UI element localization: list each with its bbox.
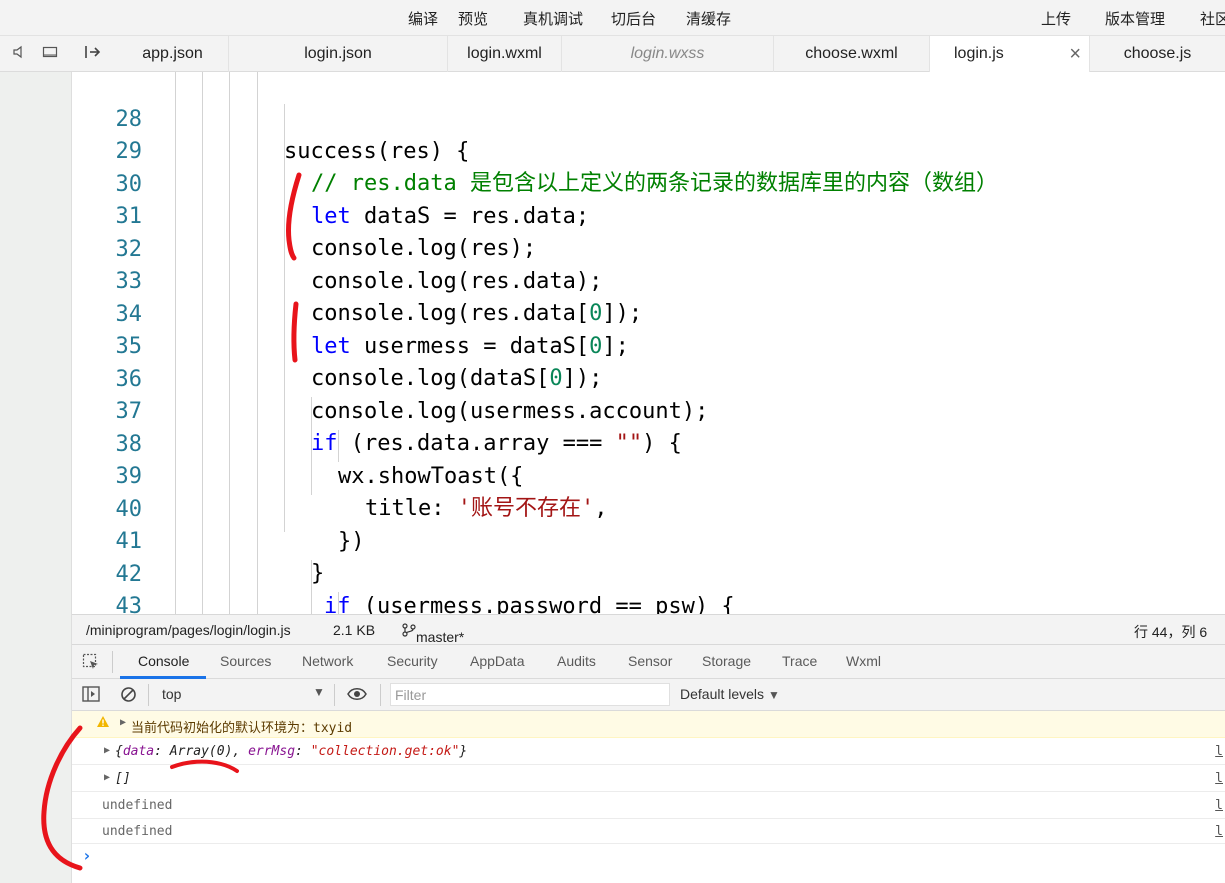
tab-login-wxss[interactable]: login.wxss (562, 36, 774, 72)
version-button[interactable]: 版本管理 (1105, 8, 1165, 29)
tab-choose-js[interactable]: choose.js (1090, 36, 1225, 72)
code-line: 33 console.log(res.data[0]); (72, 234, 1225, 326)
file-size: 2.1 KB (333, 622, 376, 638)
source-link[interactable]: l (1215, 824, 1223, 839)
tab-login-json[interactable]: login.json (229, 36, 448, 72)
source-link[interactable]: l (1215, 744, 1223, 759)
red-bracket-mark (291, 301, 299, 363)
tab-console[interactable]: Console (138, 653, 189, 669)
code-line: 38 wx.showToast({ (72, 397, 1225, 489)
compile-button[interactable]: 编译 (408, 8, 438, 29)
source-link[interactable]: l (1215, 771, 1223, 786)
code-line: 41 } (72, 494, 1225, 586)
code-line: 29 // res.data 是包含以上定义的两条记录的数据库里的内容（数组） (72, 104, 1225, 196)
tab-security[interactable]: Security (387, 653, 438, 669)
code-line: 37 if (res.data.array === "") { (72, 364, 1225, 456)
tab-wxml[interactable]: Wxml (846, 653, 881, 669)
code-line: 35 console.log(dataS[0]); (72, 299, 1225, 391)
background-button[interactable]: 切后台 (611, 8, 656, 29)
console-annotation-marks (41, 725, 239, 871)
divider (112, 651, 113, 673)
tab-login-wxml[interactable]: login.wxml (448, 36, 562, 72)
tab-login-js-label: login.js (954, 45, 1004, 62)
chevron-down-icon: ▼ (767, 688, 780, 702)
code-line: 40 }) (72, 462, 1225, 554)
code-line: 42 if (usermess.password == psw) { (72, 527, 1225, 614)
chevron-down-icon[interactable]: ▼ (313, 685, 325, 699)
red-bracket-mark (41, 725, 83, 871)
code-line: 34 let usermess = dataS[0]; (72, 267, 1225, 359)
community-button[interactable]: 社区 (1200, 8, 1225, 29)
split-editor-icon[interactable] (84, 45, 102, 62)
code-line: 36 console.log(usermess.account); (72, 332, 1225, 424)
tab-sources[interactable]: Sources (220, 653, 271, 669)
tab-audits[interactable]: Audits (557, 653, 596, 669)
git-branch[interactable]: master* (402, 622, 464, 645)
devtools-tab-bar: Console Sources Network Security AppData… (72, 645, 1225, 679)
code-line: 30 let dataS = res.data; (72, 137, 1225, 229)
tab-appdata[interactable]: AppData (470, 653, 524, 669)
tab-choose-wxml[interactable]: choose.wxml (774, 36, 930, 72)
speaker-icon[interactable] (13, 45, 25, 62)
tab-sensor[interactable]: Sensor (628, 653, 672, 669)
branch-name: master* (416, 629, 465, 645)
source-link[interactable]: l (1215, 798, 1223, 813)
window-icon[interactable] (42, 45, 58, 62)
log-levels-select[interactable]: Default levels ▼ (680, 686, 780, 702)
inspect-icon[interactable] (82, 653, 100, 674)
eye-icon[interactable] (347, 687, 367, 704)
code-line: 32 console.log(res.data); (72, 202, 1225, 294)
top-toolbar: 编译 预览 真机调试 切后台 清缓存 上传 版本管理 社区 (0, 0, 1225, 36)
code-line: 31 console.log(res); (72, 169, 1225, 261)
divider (380, 684, 381, 706)
device-debug-button[interactable]: 真机调试 (523, 8, 583, 29)
red-bracket-mark (286, 172, 302, 261)
tab-trace[interactable]: Trace (782, 653, 817, 669)
preview-button[interactable]: 预览 (458, 8, 488, 29)
code-line: 44 title: '登录成功', (72, 592, 1225, 614)
git-branch-icon (402, 623, 416, 637)
annotation-marks (286, 172, 302, 363)
filter-input[interactable] (390, 683, 670, 706)
tab-login-js[interactable]: login.js × (930, 36, 1090, 73)
object-value-string: "collection.get:ok" (310, 744, 460, 759)
upload-button[interactable]: 上传 (1041, 8, 1071, 29)
tab-app-json[interactable]: app.json (117, 36, 229, 72)
code-line: 39 title: '账号不存在', (72, 429, 1225, 521)
divider (334, 684, 335, 706)
code-editor[interactable]: 28 success(res) { 29 // res.data 是包含以上定义… (72, 72, 1225, 614)
tab-network[interactable]: Network (302, 653, 353, 669)
tab-storage[interactable]: Storage (702, 653, 751, 669)
status-bar: /miniprogram/pages/login/login.js 2.1 KB… (72, 614, 1225, 645)
log-levels-label: Default levels (680, 686, 765, 702)
code-line: 28 success(res) { (72, 72, 1225, 164)
code-line: 43 wx.showToast({ (72, 559, 1225, 614)
close-icon[interactable]: × (1069, 36, 1081, 72)
clear-cache-button[interactable]: 清缓存 (686, 8, 731, 29)
editor-tab-bar: app.json login.json login.wxml login.wxs… (0, 36, 1225, 73)
file-path: /miniprogram/pages/login/login.js (86, 622, 291, 638)
cursor-position[interactable]: 行 44，列 6 (1134, 622, 1207, 642)
red-underline-mark (170, 759, 239, 773)
